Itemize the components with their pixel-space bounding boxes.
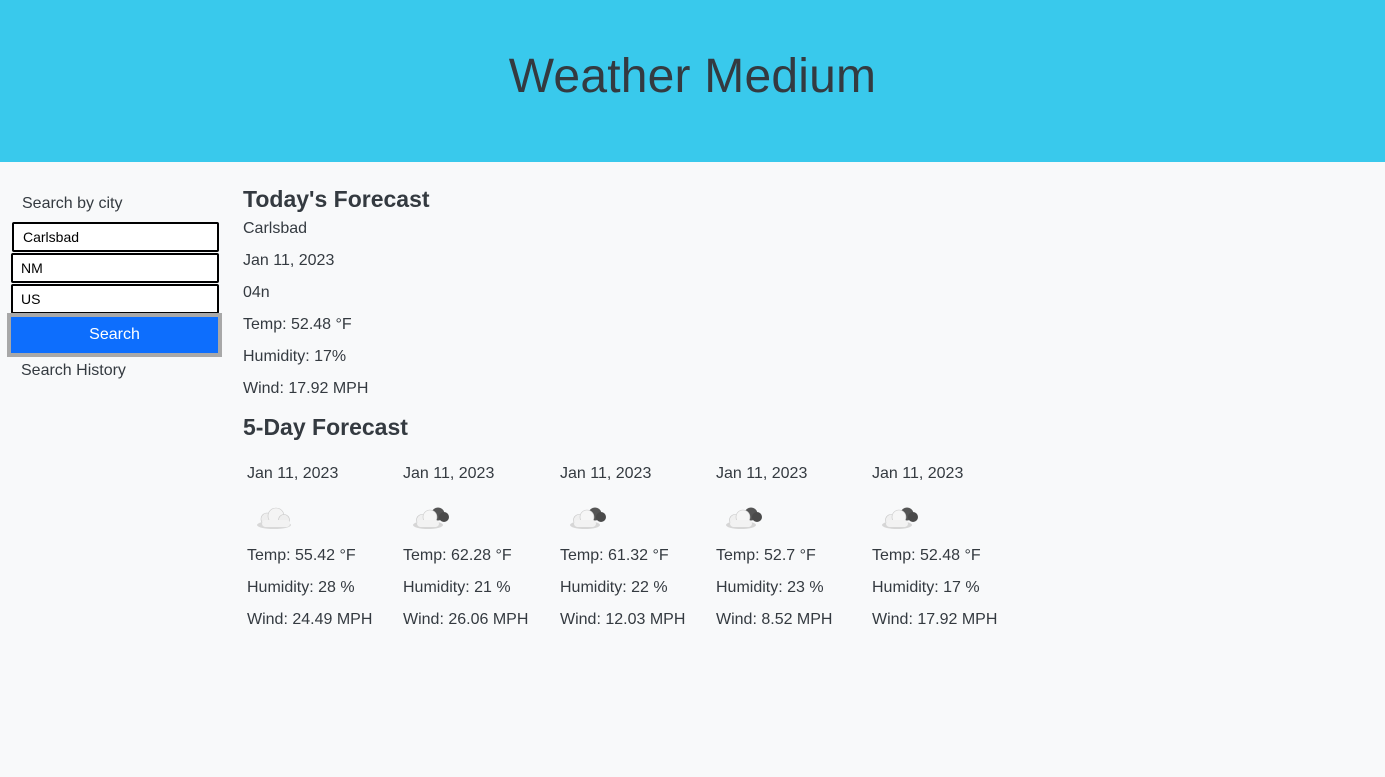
five-day-forecast-title: 5-Day Forecast <box>243 414 408 440</box>
forecast-wind: Wind: 12.03 MPH <box>560 611 686 628</box>
page-header: Weather Medium <box>0 0 1385 162</box>
broken-clouds-icon <box>726 507 762 529</box>
today-humidity: Humidity: 17% <box>243 348 347 365</box>
today-wind: Wind: 17.92 MPH <box>243 380 369 397</box>
forecast-humidity: Humidity: 17 % <box>872 579 980 596</box>
forecast-temp: Temp: 55.42 °F <box>247 547 356 564</box>
search-button[interactable]: Search <box>7 313 222 357</box>
forecast-temp: Temp: 52.48 °F <box>872 547 981 564</box>
cloud-icon <box>257 507 291 529</box>
forecast-date: Jan 11, 2023 <box>716 465 808 482</box>
todays-forecast-title: Today's Forecast <box>243 186 430 212</box>
forecast-date: Jan 11, 2023 <box>560 465 652 482</box>
forecast-humidity: Humidity: 22 % <box>560 579 668 596</box>
today-date: Jan 11, 2023 <box>243 252 335 269</box>
state-input[interactable] <box>11 253 219 283</box>
page-title: Weather Medium <box>508 50 877 103</box>
forecast-temp: Temp: 62.28 °F <box>403 547 512 564</box>
broken-clouds-icon <box>570 507 606 529</box>
forecast-date: Jan 11, 2023 <box>872 465 964 482</box>
forecast-date: Jan 11, 2023 <box>403 465 495 482</box>
today-icon-code: 04n <box>243 284 270 301</box>
broken-clouds-icon <box>413 507 449 529</box>
city-input[interactable] <box>12 222 219 252</box>
today-temp: Temp: 52.48 °F <box>243 316 352 333</box>
country-input[interactable] <box>11 284 219 314</box>
search-label: Search by city <box>22 195 123 212</box>
forecast-wind: Wind: 17.92 MPH <box>872 611 998 628</box>
forecast-wind: Wind: 8.52 MPH <box>716 611 833 628</box>
forecast-date: Jan 11, 2023 <box>247 465 339 482</box>
forecast-wind: Wind: 24.49 MPH <box>247 611 373 628</box>
forecast-humidity: Humidity: 28 % <box>247 579 355 596</box>
today-city: Carlsbad <box>243 220 308 237</box>
forecast-temp: Temp: 61.32 °F <box>560 547 669 564</box>
forecast-wind: Wind: 26.06 MPH <box>403 611 529 628</box>
forecast-temp: Temp: 52.7 °F <box>716 547 816 564</box>
forecast-humidity: Humidity: 21 % <box>403 579 511 596</box>
forecast-humidity: Humidity: 23 % <box>716 579 824 596</box>
search-history-label: Search History <box>21 362 126 379</box>
broken-clouds-icon <box>882 507 918 529</box>
